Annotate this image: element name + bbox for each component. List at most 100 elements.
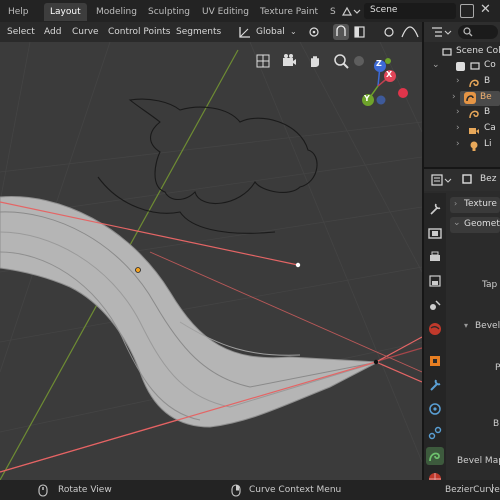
outliner-search[interactable] <box>458 25 498 39</box>
menu-segments[interactable]: Segments <box>176 22 221 42</box>
world-icon[interactable] <box>427 321 443 337</box>
list-item[interactable]: ⌄ Co <box>428 60 500 74</box>
tab-layout[interactable]: Layout <box>44 3 87 21</box>
list-item-label: B <box>484 107 491 117</box>
tool-icon[interactable] <box>427 201 443 217</box>
tab-uv-editing[interactable]: UV Editing <box>196 3 255 21</box>
zoom-icon[interactable] <box>332 52 350 70</box>
menu-curve[interactable]: Curve <box>72 22 99 42</box>
scene-icon[interactable] <box>427 297 443 313</box>
display-mode-icon[interactable] <box>430 25 452 39</box>
outliner-panel: Scene Coll ⌄ Co › B › Be › B › Ca › Li <box>424 22 500 167</box>
chevron-right-icon[interactable]: › <box>456 107 460 117</box>
close-icon[interactable]: ✕ <box>480 2 496 20</box>
taper-label: Tap <box>482 280 498 290</box>
bezier-curve-outline <box>128 98 318 205</box>
tab-texture-paint[interactable]: Texture Paint <box>254 3 324 21</box>
pivot-point-icon[interactable] <box>306 25 322 39</box>
editor-type-icon[interactable] <box>430 173 452 187</box>
pin-icon[interactable] <box>461 173 473 185</box>
mouse-middle-icon <box>38 484 48 497</box>
control-point <box>295 262 301 268</box>
profile-label: P <box>495 363 500 373</box>
chevron-down-icon[interactable]: ⌄ <box>290 27 297 36</box>
properties-tabs <box>424 193 446 485</box>
menu-add[interactable]: Add <box>44 22 61 42</box>
modifier-wrench-icon[interactable] <box>427 377 443 393</box>
outliner-tree: Scene Coll ⌄ Co › B › Be › B › Ca › Li <box>424 44 500 164</box>
chevron-right-icon[interactable]: › <box>456 139 460 149</box>
pan-hand-icon[interactable] <box>306 52 324 70</box>
texture-space-panel[interactable]: › Texture <box>450 197 500 213</box>
scene-name: Scene <box>370 5 398 15</box>
tab-modeling[interactable]: Modeling <box>90 3 143 21</box>
toggle-view-icon[interactable] <box>254 52 272 70</box>
chevron-right-icon[interactable]: › <box>456 123 460 133</box>
bevel-section-label: Bevel <box>475 321 500 331</box>
gizmo-y-label: Y <box>364 94 370 103</box>
list-item-label: Co <box>484 60 496 70</box>
bezier-bevel-mesh <box>0 196 380 428</box>
tab-sculpting[interactable]: Sculpting <box>142 3 196 21</box>
falloff-icon[interactable] <box>400 25 420 39</box>
physics-icon[interactable] <box>427 401 443 417</box>
list-item-label: Be <box>480 92 492 102</box>
snap-target-icon[interactable] <box>352 25 368 39</box>
chevron-right-icon[interactable]: › <box>452 92 456 102</box>
gizmo-z-label: Z <box>376 59 382 68</box>
help-menu[interactable]: Help <box>2 3 35 21</box>
3d-viewport[interactable]: Z X Y <box>0 42 422 480</box>
chevron-down-icon[interactable]: ⌄ <box>432 60 440 70</box>
transform-orientation-dropdown[interactable]: Global <box>256 22 285 42</box>
bevel-field-label: B <box>493 419 500 429</box>
properties-context-label: Bez <box>480 174 497 184</box>
curve-object-icon <box>468 77 480 89</box>
copy-scene-icon[interactable] <box>460 4 474 18</box>
curve-data-icon[interactable] <box>426 447 444 465</box>
scene-selector[interactable]: Scene <box>364 3 456 19</box>
geometry-panel[interactable]: ⌄ Geomet <box>450 217 500 233</box>
view-layer-icon[interactable] <box>427 273 443 289</box>
transform-orientation-icon[interactable] <box>238 25 252 39</box>
list-item-label: Li <box>484 139 492 149</box>
outliner-header-label: Scene Coll <box>456 46 500 56</box>
proportional-edit-icon[interactable] <box>383 25 395 39</box>
top-bar: Help Layout Modeling Sculpting UV Editin… <box>0 0 500 22</box>
menu-select[interactable]: Select <box>7 22 35 42</box>
control-point-end <box>373 359 379 365</box>
collection-icon <box>442 47 452 57</box>
list-item[interactable]: › B <box>428 107 500 121</box>
list-item[interactable]: › Ca <box>428 123 500 137</box>
navigation-gizmo[interactable]: Z X Y <box>352 56 414 122</box>
chevron-down-icon[interactable]: ▾ <box>464 321 468 330</box>
list-item-selected[interactable]: › Be <box>452 91 500 106</box>
viewport-header: Select Add Curve Control Points Segments… <box>0 22 422 42</box>
list-item[interactable]: › B <box>428 76 500 90</box>
chevron-right-icon: › <box>454 199 458 208</box>
status-bar: Rotate View Curve Context Menu BezierCur… <box>0 480 500 500</box>
scene-icon[interactable] <box>340 4 362 18</box>
camera-icon[interactable] <box>280 52 298 70</box>
output-icon[interactable] <box>427 249 443 265</box>
chevron-right-icon[interactable]: › <box>456 76 460 86</box>
camera-object-icon <box>468 124 480 136</box>
status-left-hint: Rotate View <box>58 485 112 495</box>
mouse-right-icon <box>231 484 241 497</box>
bevel-mapping-label: Bevel Map <box>457 456 500 466</box>
search-icon <box>462 26 474 38</box>
list-item[interactable]: › Li <box>428 139 500 153</box>
constraint-icon[interactable] <box>427 425 443 441</box>
status-middle-hint: Curve Context Menu <box>249 485 342 495</box>
panel-title: Texture <box>464 199 497 209</box>
curve-object-icon <box>464 92 476 104</box>
checkbox-icon[interactable] <box>456 62 465 71</box>
render-icon[interactable] <box>427 225 443 241</box>
curve-handle-line-3 <box>375 361 422 383</box>
outliner-header <box>424 22 500 42</box>
properties-panel: Bez › Texture ⌄ Geomet Tap ▾ Bevel P B B… <box>424 169 500 485</box>
list-item[interactable]: Scene Coll <box>428 46 500 60</box>
menu-control-points[interactable]: Control Points <box>108 22 170 42</box>
collection-icon <box>470 61 480 71</box>
snap-icon[interactable] <box>333 24 349 40</box>
object-icon[interactable] <box>427 353 443 369</box>
